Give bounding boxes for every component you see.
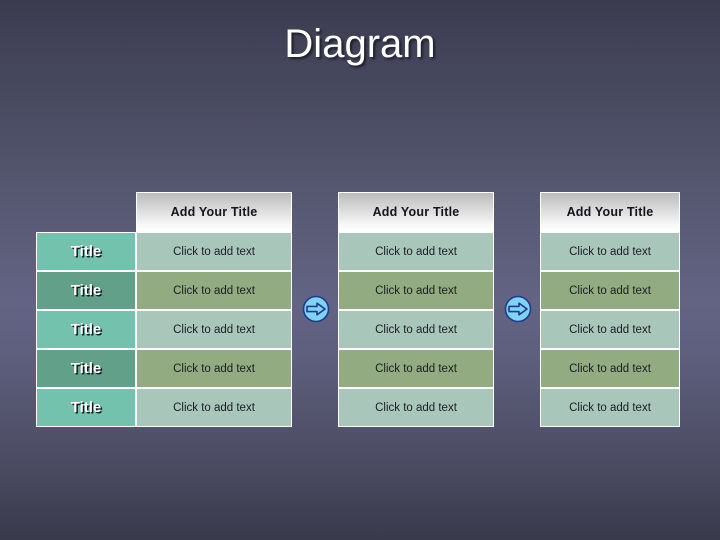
table-row: Click to add text [540,349,680,388]
table-1-title-cell-5[interactable]: Title [36,388,136,427]
table-row: Title Click to add text [36,271,292,310]
diagram-group: Add Your Title Title Click to add text T… [0,0,720,540]
table-row: Click to add text [338,349,494,388]
table-1-title-cell-3[interactable]: Title [36,310,136,349]
table-2-header-row: Add Your Title [338,192,494,232]
table-2-text-cell-1[interactable]: Click to add text [338,232,494,271]
table-2: Add Your Title Click to add text Click t… [338,192,494,427]
table-1-text-cell-5[interactable]: Click to add text [136,388,292,427]
table-row: Click to add text [540,232,680,271]
table-1-text-cell-2[interactable]: Click to add text [136,271,292,310]
table-3-header-row: Add Your Title [540,192,680,232]
table-2-text-cell-3[interactable]: Click to add text [338,310,494,349]
table-1: Add Your Title Title Click to add text T… [36,192,292,427]
table-2-text-cell-4[interactable]: Click to add text [338,349,494,388]
table-row: Click to add text [338,271,494,310]
table-2-text-cell-5[interactable]: Click to add text [338,388,494,427]
table-1-text-cell-3[interactable]: Click to add text [136,310,292,349]
table-row: Click to add text [540,310,680,349]
table-3-text-cell-3[interactable]: Click to add text [540,310,680,349]
table-2-header-cell: Add Your Title [338,192,494,232]
table-row: Title Click to add text [36,310,292,349]
slide-canvas: Diagram Add Your Title Title Click to ad… [0,0,720,540]
table-1-title-cell-4[interactable]: Title [36,349,136,388]
table-row: Title Click to add text [36,349,292,388]
table-row: Click to add text [540,271,680,310]
table-1-header-spacer [36,192,136,232]
arrow-1[interactable] [302,295,330,323]
table-row: Click to add text [338,388,494,427]
table-1-text-cell-4[interactable]: Click to add text [136,349,292,388]
circle-right-arrow-icon [504,295,532,323]
table-3-text-cell-4[interactable]: Click to add text [540,349,680,388]
table-3-text-cell-1[interactable]: Click to add text [540,232,680,271]
table-1-header-cell: Add Your Title [136,192,292,232]
table-3-text-cell-2[interactable]: Click to add text [540,271,680,310]
circle-right-arrow-icon [302,295,330,323]
table-row: Click to add text [540,388,680,427]
table-row: Title Click to add text [36,232,292,271]
table-3-header-cell: Add Your Title [540,192,680,232]
table-3: Add Your Title Click to add text Click t… [540,192,680,427]
table-row: Click to add text [338,232,494,271]
table-row: Title Click to add text [36,388,292,427]
table-2-text-cell-2[interactable]: Click to add text [338,271,494,310]
table-1-title-cell-1[interactable]: Title [36,232,136,271]
table-1-text-cell-1[interactable]: Click to add text [136,232,292,271]
table-1-header-row: Add Your Title [36,192,292,232]
table-1-title-cell-2[interactable]: Title [36,271,136,310]
arrow-2[interactable] [504,295,532,323]
table-3-text-cell-5[interactable]: Click to add text [540,388,680,427]
table-row: Click to add text [338,310,494,349]
